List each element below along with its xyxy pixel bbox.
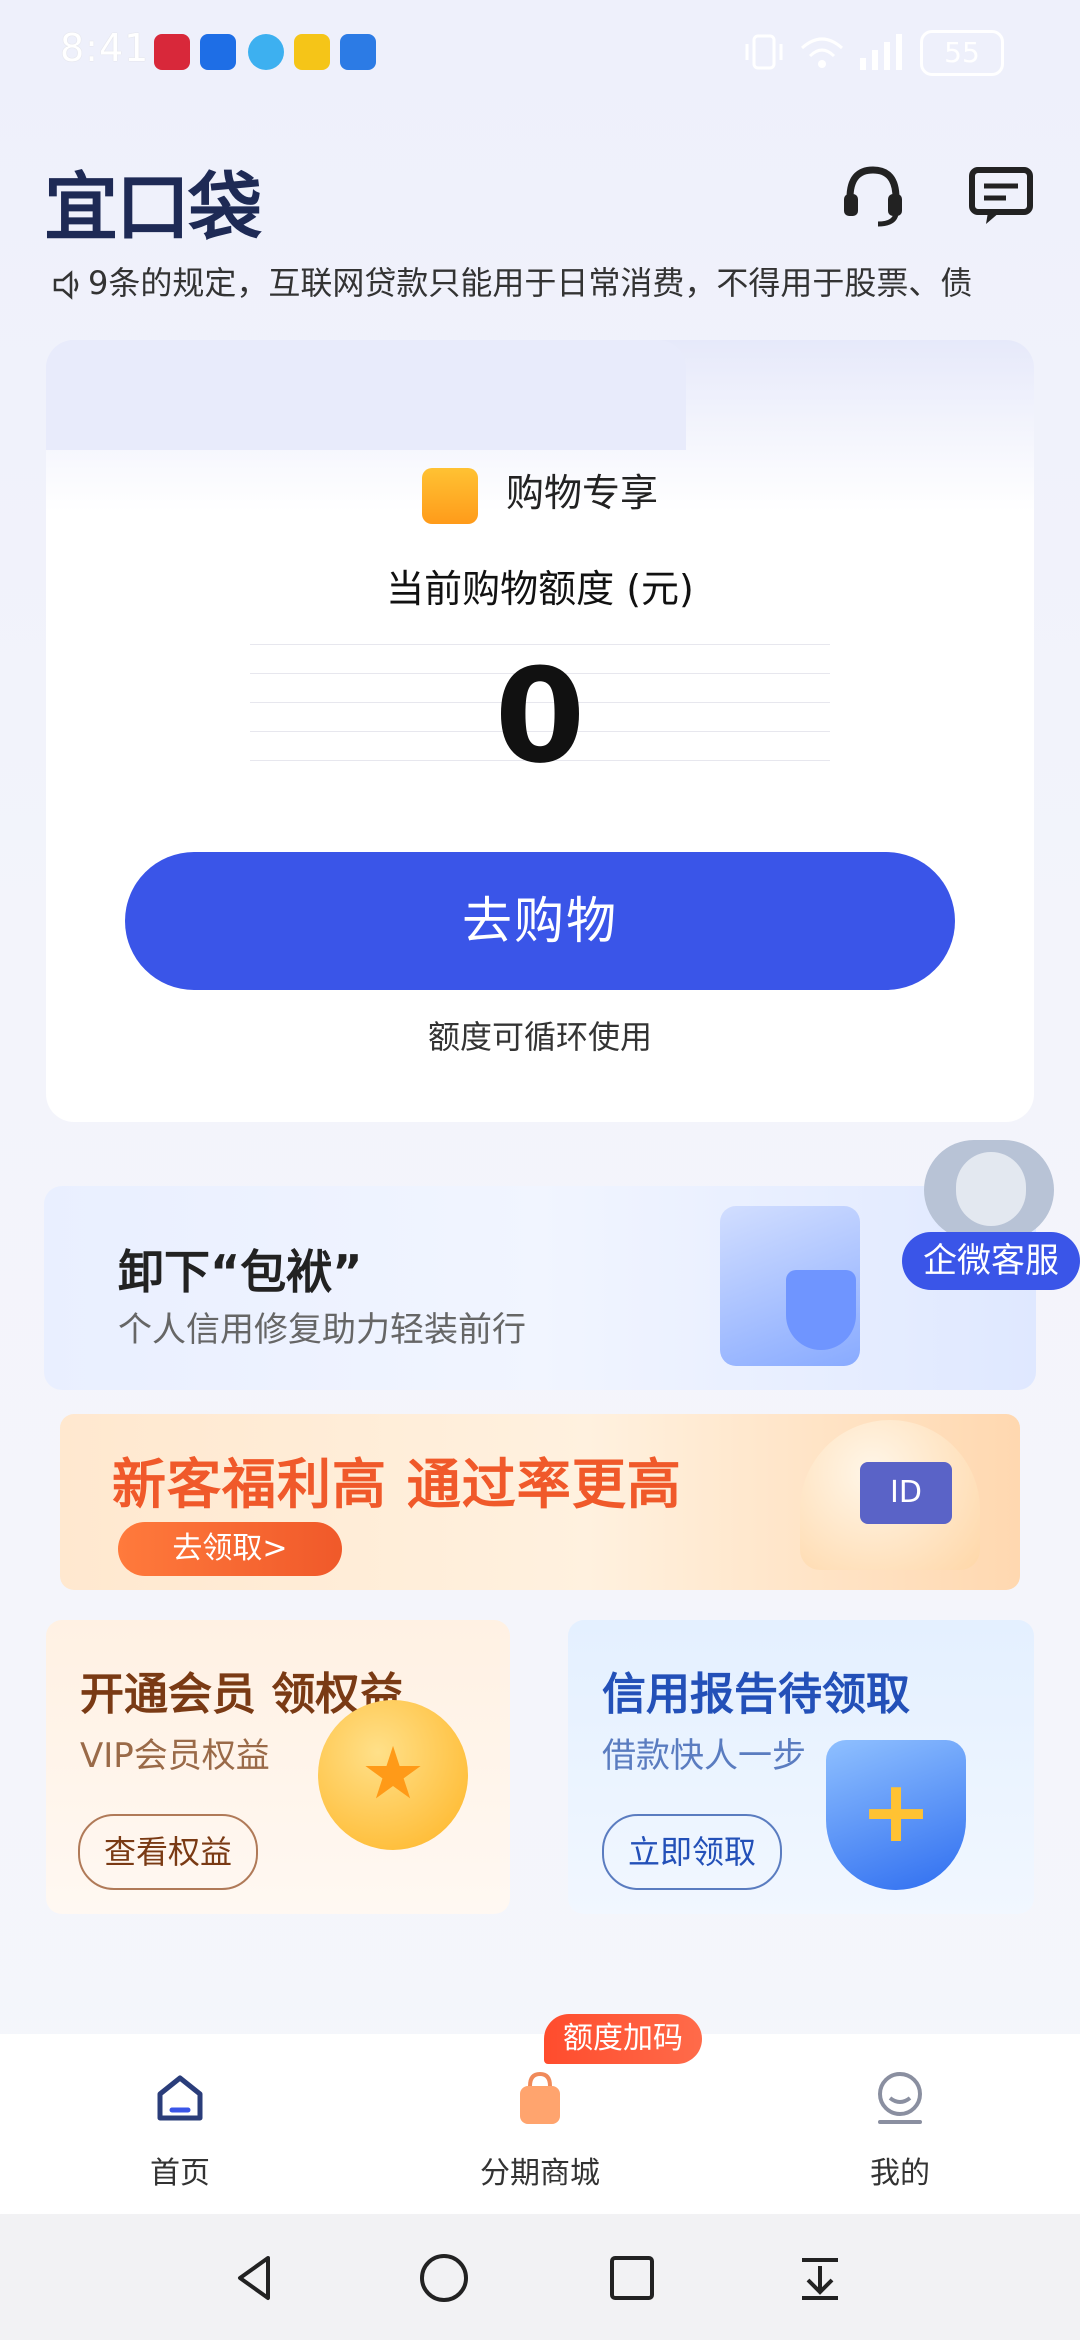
speaker-icon: [53, 270, 79, 300]
shop-section-title: 购物专享: [505, 471, 658, 515]
notification-pulldown-icon[interactable]: [792, 2250, 848, 2306]
notice-marquee: 9条的规定，互联网贷款只能用于日常消费，不得用于股票、债: [48, 258, 1028, 304]
system-navigation-bar: [0, 2214, 1080, 2340]
back-icon[interactable]: [228, 2250, 284, 2306]
headset-icon[interactable]: [838, 160, 908, 230]
profile-icon: [878, 2072, 922, 2124]
new-customer-title: 新客福利高 通过率更高: [112, 1453, 682, 1516]
tab-mine-label: 我的: [870, 2156, 930, 2191]
tab-mall[interactable]: 分期商城: [440, 2070, 640, 2192]
tab-home-label: 首页: [150, 2156, 210, 2191]
shopping-bag-tab-icon: [520, 2071, 560, 2124]
quota-note: 额度可循环使用: [427, 1018, 652, 1056]
notice-text: 9条的规定，互联网贷款只能用于日常消费，不得用于股票、债: [88, 264, 973, 302]
customer-service-button[interactable]: 企微客服: [902, 1232, 1080, 1290]
credit-report-subtitle: 借款快人一步: [602, 1736, 806, 1776]
shop-section-header: 购物专享: [0, 462, 1080, 524]
huawei-app-icon: [154, 34, 190, 70]
app-logo: 宜口袋: [44, 165, 262, 251]
tab-home[interactable]: 首页: [80, 2070, 280, 2192]
claim-now-button[interactable]: 立即领取: [602, 1814, 782, 1890]
signal-icon: [860, 34, 902, 70]
game-app-icon: [294, 34, 330, 70]
credit-report-title: 信用报告待领取: [602, 1669, 910, 1720]
plus-icon: +: [859, 1762, 933, 1862]
credit-repair-title: 卸下“包袱”: [118, 1245, 363, 1299]
wifi-icon: [800, 37, 844, 68]
home-circle-icon[interactable]: [416, 2250, 472, 2306]
tab-mall-label: 分期商城: [480, 2156, 600, 2191]
quota-boost-badge: 额度加码: [544, 2014, 702, 2064]
message-icon[interactable]: [966, 160, 1036, 230]
vip-subtitle: VIP会员权益: [80, 1736, 270, 1776]
tab-mine[interactable]: 我的: [800, 2070, 1000, 2192]
shopping-bag-icon: [421, 467, 478, 524]
claim-button[interactable]: 去领取>: [118, 1522, 342, 1576]
vibrate-icon: [745, 34, 783, 70]
status-time: 8:41: [60, 26, 150, 70]
credit-repair-subtitle: 个人信用修复助力轻装前行: [118, 1310, 526, 1350]
koala-face-icon: [956, 1152, 1026, 1226]
home-icon: [157, 2075, 203, 2121]
lock-shield-icon: [786, 1270, 856, 1350]
star-icon: ★: [360, 1731, 426, 1815]
quota-label: 当前购物额度 (元): [386, 567, 694, 611]
message-app-icon: [200, 34, 236, 70]
recents-icon[interactable]: [604, 2250, 660, 2306]
go-shopping-button[interactable]: 去购物: [125, 852, 955, 990]
browser-app-icon: [248, 34, 284, 70]
battery-icon: 55: [920, 30, 1004, 76]
view-benefits-button[interactable]: 查看权益: [78, 1814, 258, 1890]
quota-card-tab: [46, 340, 686, 450]
quota-value: 0: [494, 640, 586, 792]
car-app-icon: [340, 34, 376, 70]
id-card-icon: ID: [860, 1462, 952, 1524]
